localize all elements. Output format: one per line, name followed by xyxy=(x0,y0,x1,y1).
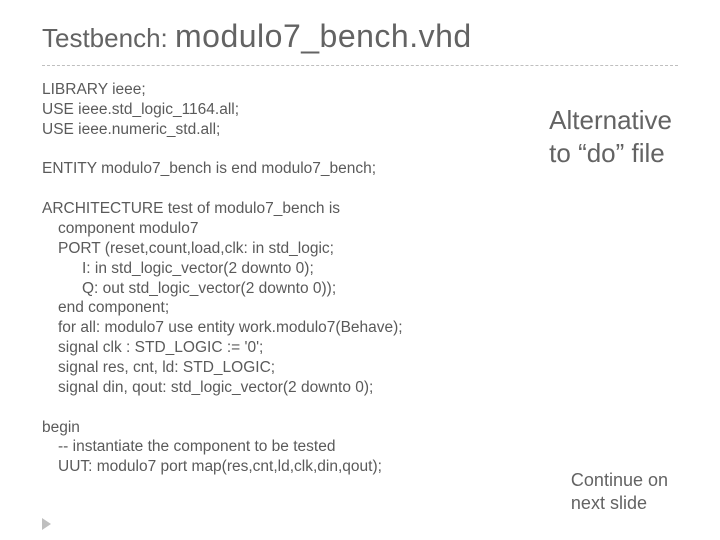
code-line: component modulo7 xyxy=(42,219,720,239)
code-line: signal clk : STD_LOGIC := '0'; xyxy=(42,338,720,358)
continue-line: next slide xyxy=(571,492,668,515)
code-line: begin xyxy=(42,418,720,438)
continue-line: Continue on xyxy=(571,469,668,492)
code-line: signal din, qout: std_logic_vector(2 dow… xyxy=(42,378,720,398)
slide-title: Testbench: modulo7_bench.vhd xyxy=(0,0,720,61)
architecture-block: ARCHITECTURE test of modulo7_bench is co… xyxy=(42,199,720,397)
code-line: signal res, cnt, ld: STD_LOGIC; xyxy=(42,358,720,378)
code-line: I: in std_logic_vector(2 downto 0); xyxy=(42,259,720,279)
code-line: -- instantiate the component to be teste… xyxy=(42,437,720,457)
code-line: LIBRARY ieee; xyxy=(42,80,720,100)
side-note-line: Alternative xyxy=(549,104,672,137)
code-line: for all: modulo7 use entity work.modulo7… xyxy=(42,318,720,338)
code-line: PORT (reset,count,load,clk: in std_logic… xyxy=(42,239,720,259)
continue-note: Continue on next slide xyxy=(571,469,668,514)
code-line: Q: out std_logic_vector(2 downto 0)); xyxy=(42,279,720,299)
side-note: Alternative to “do” file xyxy=(549,104,672,171)
side-note-line: to “do” file xyxy=(549,137,672,170)
title-filename: modulo7_bench.vhd xyxy=(175,18,472,54)
next-arrow-icon xyxy=(42,518,51,530)
code-line: ARCHITECTURE test of modulo7_bench is xyxy=(42,199,720,219)
code-line: end component; xyxy=(42,298,720,318)
title-prefix: Testbench: xyxy=(42,23,168,53)
